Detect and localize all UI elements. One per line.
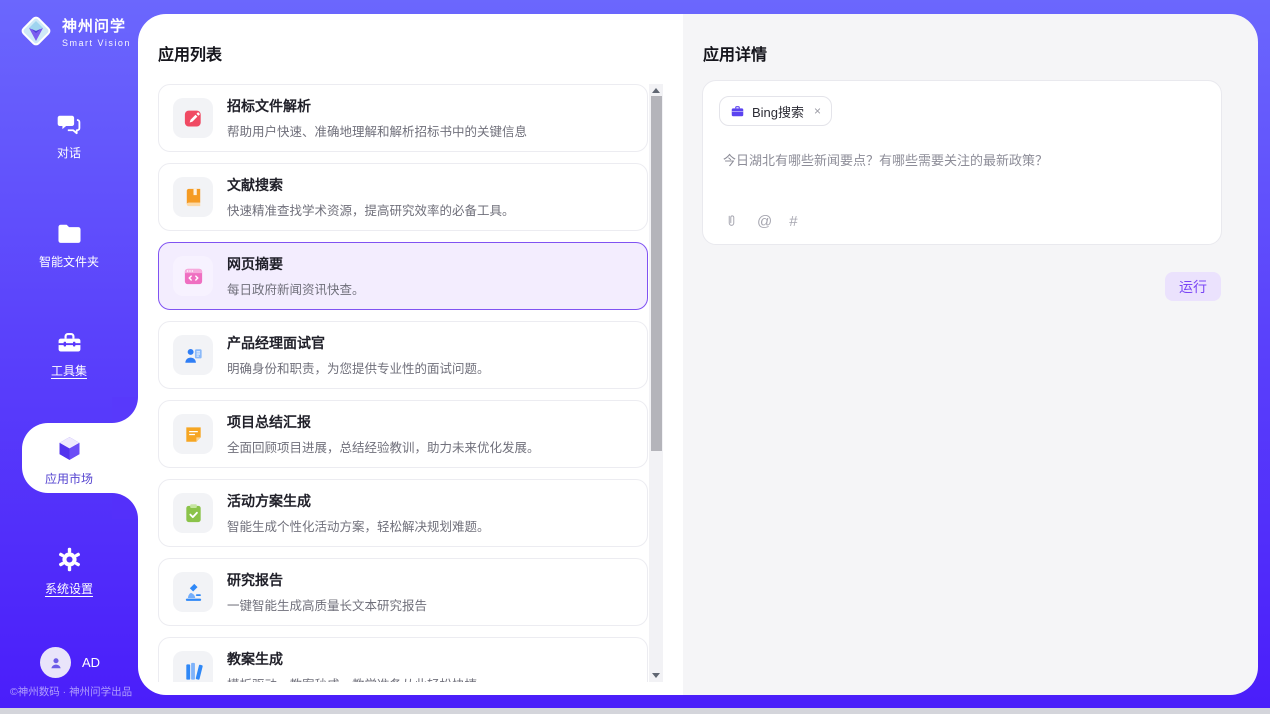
run-button[interactable]: 运行 [1165,272,1221,301]
edit-doc-icon [182,107,205,130]
chip-remove-button[interactable]: × [814,104,821,118]
toolbox-icon [56,330,83,355]
app-desc: 一键智能生成高质量长文本研究报告 [227,595,427,614]
app-name: 文献搜索 [227,175,515,195]
app-name: 产品经理面试官 [227,333,490,353]
brand: 神州问学 Smart Vision [18,13,131,49]
composer-card: Bing搜索 × 今日湖北有哪些新闻要点？有哪些需要关注的最新政策？ @ # [702,80,1222,245]
gear-icon [56,546,83,573]
app-desc: 智能生成个性化活动方案，轻松解决规划难题。 [227,516,490,535]
content-area: 应用列表 招标文件解析 帮助用户快速、准确地理解和解析招标书中的关键信息 [138,14,1258,695]
app-name: 研究报告 [227,570,427,590]
active-tab-curve-top [112,397,138,423]
app-card-research-report[interactable]: 研究报告 一键智能生成高质量长文本研究报告 [158,558,648,626]
sidebar-item-app-market[interactable]: 应用市场 [0,434,138,487]
book-icon [182,186,205,209]
sidebar: 神州问学 Smart Vision 对话 智能文件夹 [0,0,138,714]
books-icon [182,660,205,683]
tool-chip-label: Bing搜索 [752,102,804,121]
app-desc: 每日政府新闻资讯快查。 [227,279,365,298]
brand-name: 神州问学 [62,15,131,36]
app-card-web-summary[interactable]: 网页摘要 每日政府新闻资讯快查。 [158,242,648,310]
scrollbar-down-arrow[interactable] [652,673,660,678]
active-tab-curve-bottom [112,493,138,519]
app-desc: 明确身份和职责，为您提供专业性的面试问题。 [227,358,490,377]
clipboard-check-icon [182,502,205,525]
avatar [40,647,71,678]
app-card-pm-interviewer[interactable]: 产品经理面试官 明确身份和职责，为您提供专业性的面试问题。 [158,321,648,389]
sidebar-item-chat[interactable]: 对话 [0,112,138,161]
bottom-strip [0,708,1270,714]
sidebar-item-label: 工具集 [51,362,87,379]
hash-icon[interactable]: # [789,214,797,229]
app-list-scrollbar[interactable] [649,84,663,682]
sidebar-item-label: 智能文件夹 [39,253,99,270]
browser-code-icon [182,265,205,288]
user-account[interactable]: AD [40,647,100,678]
app-card-literature-search[interactable]: 文献搜索 快速精准查找学术资源，提高研究效率的必备工具。 [158,163,648,231]
app-list: 招标文件解析 帮助用户快速、准确地理解和解析招标书中的关键信息 文献搜索 [158,84,648,682]
scrollbar-thumb[interactable] [651,96,662,451]
tool-chip-bing-search[interactable]: Bing搜索 × [719,96,832,126]
microscope-icon [182,581,205,604]
app-detail-title: 应用详情 [703,41,767,65]
app-card-project-summary[interactable]: 项目总结汇报 全面回顾项目进展，总结经验教训，助力未来优化发展。 [158,400,648,468]
app-name: 活动方案生成 [227,491,490,511]
attachment-icon[interactable] [723,212,740,231]
app-card-bid-parse[interactable]: 招标文件解析 帮助用户快速、准确地理解和解析招标书中的关键信息 [158,84,648,152]
app-card-event-plan[interactable]: 活动方案生成 智能生成个性化活动方案，轻松解决规划难题。 [158,479,648,547]
app-window: 神州问学 Smart Vision 对话 智能文件夹 [0,0,1270,714]
app-list-title: 应用列表 [158,41,222,65]
sidebar-item-toolbox[interactable]: 工具集 [0,330,138,379]
copyright-footer: ©神州数码 · 神州问学出品 [10,684,132,699]
briefcase-icon [730,104,745,119]
mention-icon[interactable]: @ [757,214,772,229]
app-desc: 快速精准查找学术资源，提高研究效率的必备工具。 [227,200,515,219]
composer-toolbar: @ # [723,212,798,231]
person-icon [47,654,65,672]
sidebar-item-label: 应用市场 [45,470,93,487]
user-name: AD [82,655,100,670]
interviewer-icon [182,344,205,367]
sidebar-item-label: 对话 [57,144,81,161]
chat-icon [56,112,83,137]
scrollbar-up-arrow[interactable] [652,88,660,93]
app-desc: 帮助用户快速、准确地理解和解析招标书中的关键信息 [227,121,527,140]
sidebar-item-settings[interactable]: 系统设置 [0,546,138,597]
folder-icon [56,222,83,246]
sidebar-item-label: 系统设置 [45,580,93,597]
note-icon [182,423,205,446]
brand-logo-icon [18,13,54,49]
app-name: 项目总结汇报 [227,412,540,432]
app-name: 网页摘要 [227,254,365,274]
brand-subtitle: Smart Vision [62,38,131,48]
app-card-lesson-plan[interactable]: 教案生成 模板驱动，教案秒成，教学准备从此轻松快捷 [158,637,648,682]
app-detail-panel: 应用详情 Bing搜索 × 今日湖北有哪些新闻要点？有哪些需要关注的最新政策？ [683,14,1258,695]
app-desc: 模板驱动，教案秒成，教学准备从此轻松快捷 [227,674,477,682]
prompt-text[interactable]: 今日湖北有哪些新闻要点？有哪些需要关注的最新政策？ [723,151,1201,171]
app-name: 招标文件解析 [227,96,527,116]
cube-icon [55,434,84,463]
sidebar-item-smart-folder[interactable]: 智能文件夹 [0,222,138,270]
app-list-panel: 应用列表 招标文件解析 帮助用户快速、准确地理解和解析招标书中的关键信息 [138,14,683,695]
app-desc: 全面回顾项目进展，总结经验教训，助力未来优化发展。 [227,437,540,456]
app-name: 教案生成 [227,649,477,669]
